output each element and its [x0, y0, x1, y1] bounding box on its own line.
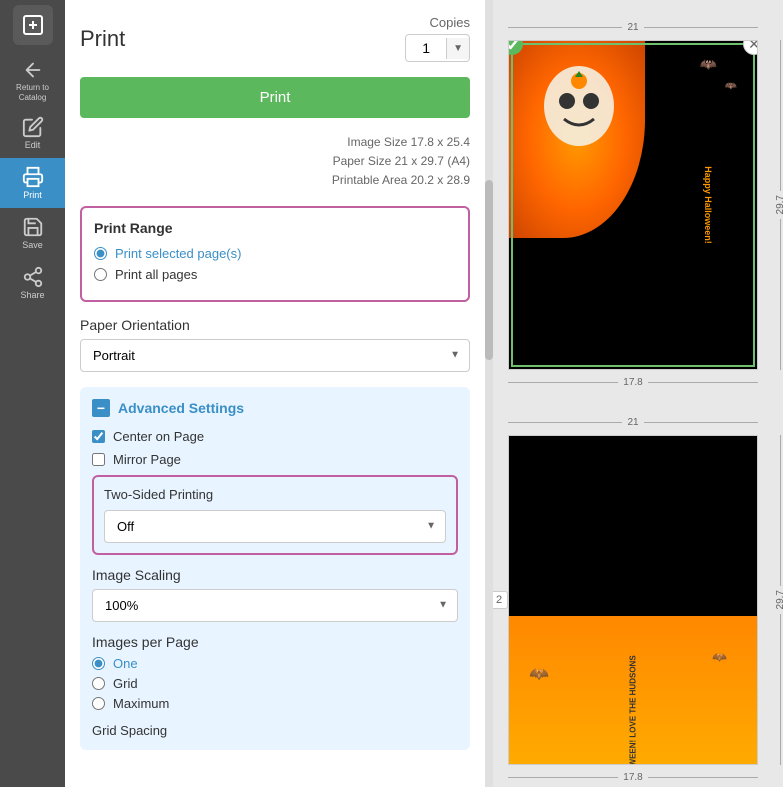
image-size-text: Image Size 17.8 x 25.4: [80, 133, 470, 152]
preview-page-1: 21: [508, 40, 758, 370]
orientation-section: Paper Orientation Portrait Landscape ▼: [80, 317, 470, 372]
images-per-page-label: Images per Page: [92, 634, 458, 650]
dim-bottom-2: 17.8: [508, 772, 758, 783]
center-on-page-option[interactable]: Center on Page: [92, 429, 458, 444]
copies-arrow[interactable]: ▼: [446, 38, 469, 59]
print-selected-option[interactable]: Print selected page(s): [94, 246, 456, 261]
paper-size-text: Paper Size 21 x 29.7 (A4): [80, 152, 470, 171]
sidebar: Return to Catalog Edit Print Save: [0, 0, 65, 787]
edit-label: Edit: [25, 140, 41, 150]
images-one-radio[interactable]: [92, 657, 105, 670]
card2-content: 🦇 🦇 HAPPY HALLOWEEN! LOVE THE HUDSONS: [509, 436, 757, 764]
image-scaling-select-wrapper: 100% Fit to Page Fill Page ▼: [92, 589, 458, 622]
left-panel: Print Copies ▼ Print Image Size 17.8 x 2…: [65, 0, 485, 787]
print-selected-label: Print selected page(s): [115, 246, 241, 261]
card2-text: HAPPY HALLOWEEN! LOVE THE HUDSONS: [629, 655, 638, 764]
sidebar-item-return[interactable]: Return to Catalog: [0, 53, 65, 108]
copies-input-wrapper: ▼: [405, 34, 470, 62]
return-label: Return to Catalog: [4, 83, 61, 102]
images-maximum-label: Maximum: [113, 696, 169, 711]
images-maximum-option[interactable]: Maximum: [92, 696, 458, 711]
page-2-badge: 2: [493, 591, 508, 609]
sidebar-item-edit[interactable]: Edit: [0, 108, 65, 158]
dim-right-1-value: 29.7: [775, 191, 783, 218]
two-sided-section: Two-Sided Printing Off On ▼: [92, 475, 458, 555]
print-label: Print: [23, 190, 42, 200]
halloween-text-1: Happy Halloween!: [703, 166, 713, 244]
bat-3: 🦇: [529, 664, 549, 684]
images-per-page-section: Images per Page One Grid Maximum: [92, 634, 458, 711]
main-content: Print Copies ▼ Print Image Size 17.8 x 2…: [65, 0, 783, 787]
copies-label: Copies: [430, 15, 470, 30]
page-title: Print: [80, 26, 125, 52]
print-selected-radio[interactable]: [94, 247, 107, 260]
dim-top-2-value: 21: [622, 417, 643, 428]
advanced-settings-section: − Advanced Settings Center on Page Mirro…: [80, 387, 470, 750]
advanced-title: Advanced Settings: [118, 400, 244, 416]
page-1-outer: 🦇 🦇 Happy Halloween! ✕: [508, 40, 758, 370]
save-label: Save: [22, 240, 43, 250]
orientation-select[interactable]: Portrait Landscape: [80, 339, 470, 372]
mirror-page-label: Mirror Page: [113, 452, 181, 467]
images-grid-radio[interactable]: [92, 677, 105, 690]
center-on-page-checkbox[interactable]: [92, 430, 105, 443]
advanced-collapse-icon[interactable]: −: [92, 399, 110, 417]
two-sided-select[interactable]: Off On: [104, 510, 446, 543]
copies-section: Copies ▼: [405, 15, 470, 62]
images-one-option[interactable]: One: [92, 656, 458, 671]
ghost-shape: [529, 61, 629, 161]
preview-page-2: 21 2 🦇 🦇 HAPPY HALLOWEEN! LOVE THE HUDSO…: [508, 435, 758, 765]
mirror-page-option[interactable]: Mirror Page: [92, 452, 458, 467]
sidebar-item-save[interactable]: Save: [0, 208, 65, 258]
two-sided-label: Two-Sided Printing: [104, 487, 446, 502]
dim-top-1-value: 21: [622, 22, 643, 33]
dim-right-1: 29.7: [775, 40, 783, 370]
card1-content: 🦇 🦇 Happy Halloween!: [509, 41, 757, 369]
scrollbar[interactable]: [485, 0, 493, 787]
page-2-number: 2: [496, 594, 502, 606]
grid-spacing-label: Grid Spacing: [92, 723, 458, 738]
print-all-radio[interactable]: [94, 268, 107, 281]
scroll-thumb[interactable]: [485, 180, 493, 360]
image-scaling-label: Image Scaling: [92, 567, 458, 583]
sidebar-item-print[interactable]: Print: [0, 158, 65, 208]
bat-4: 🦇: [712, 650, 727, 664]
dim-bottom-1: 17.8: [508, 377, 758, 388]
share-label: Share: [20, 290, 44, 300]
print-all-label: Print all pages: [115, 267, 197, 282]
app-logo[interactable]: [13, 5, 53, 45]
center-on-page-label: Center on Page: [113, 429, 204, 444]
dim-right-2: 29.7: [775, 435, 783, 765]
dim-bottom-2-value: 17.8: [618, 772, 647, 783]
bat-1: 🦇: [700, 56, 717, 73]
dim-top-1: 21: [508, 22, 758, 33]
panel-header: Print Copies ▼: [80, 15, 470, 62]
print-all-option[interactable]: Print all pages: [94, 267, 456, 282]
images-maximum-radio[interactable]: [92, 697, 105, 710]
images-one-label: One: [113, 656, 138, 671]
bat-2: 🦇: [725, 81, 737, 92]
dim-bottom-1-value: 17.8: [618, 377, 647, 388]
image-scaling-select[interactable]: 100% Fit to Page Fill Page: [92, 589, 458, 622]
images-grid-label: Grid: [113, 676, 138, 691]
dim-top-2: 21: [508, 417, 758, 428]
page-2-outer: 🦇 🦇 HAPPY HALLOWEEN! LOVE THE HUDSONS: [508, 435, 758, 765]
copies-input[interactable]: [406, 35, 446, 61]
dim-right-2-value: 29.7: [775, 586, 783, 613]
image-info: Image Size 17.8 x 25.4 Paper Size 21 x 2…: [80, 133, 470, 191]
printable-area-text: Printable Area 20.2 x 28.9: [80, 171, 470, 190]
images-grid-option[interactable]: Grid: [92, 676, 458, 691]
advanced-header: − Advanced Settings: [92, 399, 458, 417]
two-sided-select-wrapper: Off On ▼: [104, 510, 446, 543]
image-scaling-section: Image Scaling 100% Fit to Page Fill Page…: [92, 567, 458, 622]
mirror-page-checkbox[interactable]: [92, 453, 105, 466]
print-range-title: Print Range: [94, 220, 456, 236]
preview-panel: 21: [493, 0, 783, 787]
orientation-select-wrapper: Portrait Landscape ▼: [80, 339, 470, 372]
print-range-section: Print Range Print selected page(s) Print…: [80, 206, 470, 302]
sidebar-item-share[interactable]: Share: [0, 258, 65, 308]
orientation-label: Paper Orientation: [80, 317, 470, 333]
print-button[interactable]: Print: [80, 77, 470, 118]
